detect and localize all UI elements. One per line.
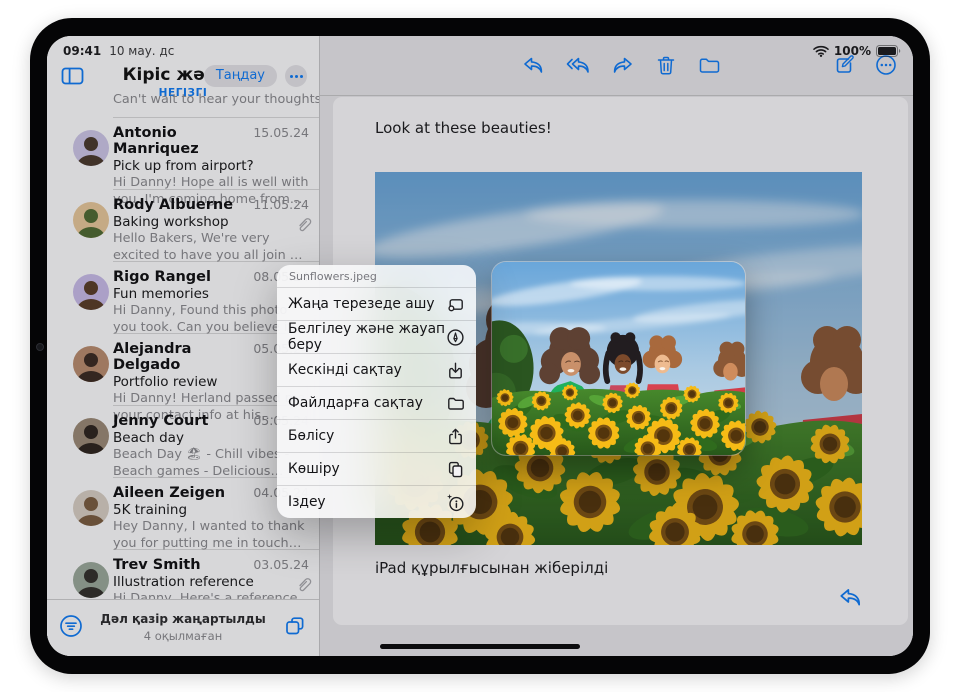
email-sender: Rody Albuerne (113, 197, 233, 213)
wifi-icon (813, 45, 829, 57)
mailbox-more-button[interactable] (285, 65, 307, 87)
email-date: 15.05.24 (253, 125, 309, 140)
menu-item-look-up[interactable]: Іздеу (277, 485, 476, 518)
email-subject: Illustration reference (113, 574, 309, 590)
screen: 09:41 10 мау. дс 100% (47, 36, 913, 656)
avatar (73, 130, 109, 166)
status-bar: 09:41 10 мау. дс 100% (47, 42, 913, 62)
menu-item-label: Бөлісу (288, 428, 334, 444)
menu-item-markup-reply[interactable]: Белгілеу және жауап беру (277, 320, 476, 353)
email-row[interactable]: Antonio Manriquez15.05.24 Pick up from a… (113, 118, 319, 190)
paperclip-icon (297, 577, 310, 592)
menu-item-open-new-window[interactable]: Жаңа терезеде ашу (277, 288, 476, 320)
home-indicator[interactable] (380, 644, 580, 649)
mailbox-footer: Дәл қазір жаңартылды 4 оқылмаған (47, 599, 319, 656)
email-sender: Rigo Rangel (113, 269, 211, 285)
avatar (73, 346, 109, 382)
menu-item-copy[interactable]: Көшіру (277, 452, 476, 485)
battery-icon (876, 45, 901, 57)
menu-item-label: Көшіру (288, 461, 340, 477)
mailbox-title: Кіріс жәшігі (47, 65, 319, 85)
context-menu: Sunflowers.jpeg Жаңа терезеде ашу Белгіл… (277, 265, 476, 518)
menu-item-save-to-files[interactable]: Файлдарға сақтау (277, 386, 476, 419)
context-menu-title: Sunflowers.jpeg (277, 265, 476, 288)
menu-item-save-image[interactable]: Кескінді сақтау (277, 353, 476, 386)
save-image-icon (446, 361, 465, 380)
copy-icon (446, 460, 465, 479)
avatar (73, 202, 109, 238)
status-date: 10 мау. дс (109, 44, 174, 58)
avatar (73, 418, 109, 454)
email-date: 03.05.24 (253, 557, 309, 572)
image-drag-preview[interactable] (492, 262, 745, 455)
menu-item-label: Белгілеу және жауап беру (288, 321, 446, 353)
save-to-files-icon (446, 394, 465, 413)
select-button[interactable]: Таңдау (204, 65, 277, 87)
email-row[interactable]: Rody Albuerne 11.05.24 Baking workshop He… (113, 190, 319, 262)
markup-reply-icon (446, 328, 465, 347)
email-subject: Baking workshop (113, 214, 309, 230)
email-preview: Hello Bakers, We're very excited to have… (113, 231, 309, 264)
message-body: Look at these beauties! (375, 119, 552, 137)
open-in-new-window-icon (446, 295, 465, 314)
avatar (73, 562, 109, 598)
avatar (73, 274, 109, 310)
menu-item-label: Файлдарға сақтау (288, 395, 423, 411)
updated-status: Дәл қазір жаңартылды (47, 612, 319, 626)
menu-item-share[interactable]: Бөлісу (277, 419, 476, 452)
email-sender: Alejandra Delgado (113, 341, 253, 373)
menu-item-label: Жаңа терезеде ашу (288, 296, 435, 312)
paperclip-icon (297, 217, 310, 232)
unread-count: 4 оқылмаған (47, 629, 319, 643)
email-preview: Hey Danny, I wanted to thank you for put… (113, 519, 309, 552)
ipad-device: 09:41 10 мау. дс 100% (30, 18, 930, 674)
menu-item-label: Кескінді сақтау (288, 362, 402, 378)
look-up-icon (446, 493, 465, 512)
email-date: 11.05.24 (253, 197, 309, 212)
avatar (73, 490, 109, 526)
reply-icon[interactable] (838, 585, 862, 609)
email-row[interactable]: Trev Smith 03.05.24 Illustration referenc… (113, 550, 319, 600)
overlapping-squares-icon[interactable] (283, 614, 307, 638)
email-sender: Jenny Court (113, 413, 208, 429)
email-sender: Trev Smith (113, 557, 201, 573)
email-row-partial[interactable]: Can't wait to hear your thoughts on... (113, 92, 319, 118)
message-signature: iPad құрылғысынан жіберілді (375, 559, 608, 577)
email-subject: Pick up from airport? (113, 158, 309, 174)
front-camera (36, 343, 44, 351)
status-time: 09:41 (63, 44, 101, 58)
email-sender: Antonio Manriquez (113, 125, 253, 157)
battery-percent: 100% (834, 44, 871, 58)
email-sender: Aileen Zeigen (113, 485, 225, 501)
menu-item-label: Іздеу (288, 494, 326, 510)
share-icon (446, 427, 465, 446)
